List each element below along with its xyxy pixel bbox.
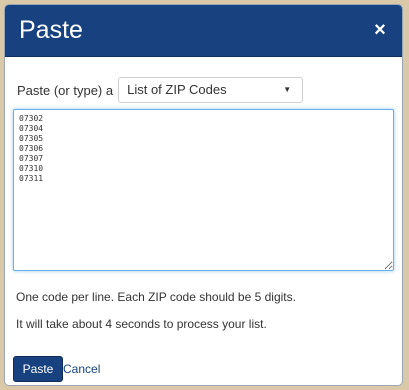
dialog-header: Paste × [5, 5, 402, 57]
dialog-title: Paste [19, 16, 83, 44]
paste-dialog: Paste × Paste (or type) a List of ZIP Co… [4, 4, 403, 386]
format-hint: One code per line. Each ZIP code should … [16, 290, 296, 304]
input-type-label: Paste (or type) a [17, 82, 114, 98]
close-icon[interactable]: × [370, 19, 390, 41]
zip-codes-textarea[interactable] [13, 109, 394, 271]
paste-button[interactable]: Paste [13, 356, 63, 382]
input-type-select[interactable]: List of ZIP Codes ▼ [118, 77, 304, 103]
input-type-row: Paste (or type) a List of ZIP Codes ▼ [17, 77, 304, 103]
caret-down-icon: ▼ [283, 85, 292, 94]
input-type-select-value: List of ZIP Codes [127, 82, 227, 97]
cancel-link[interactable]: Cancel [63, 362, 100, 376]
processing-time-hint: It will take about 4 seconds to process … [16, 317, 267, 331]
